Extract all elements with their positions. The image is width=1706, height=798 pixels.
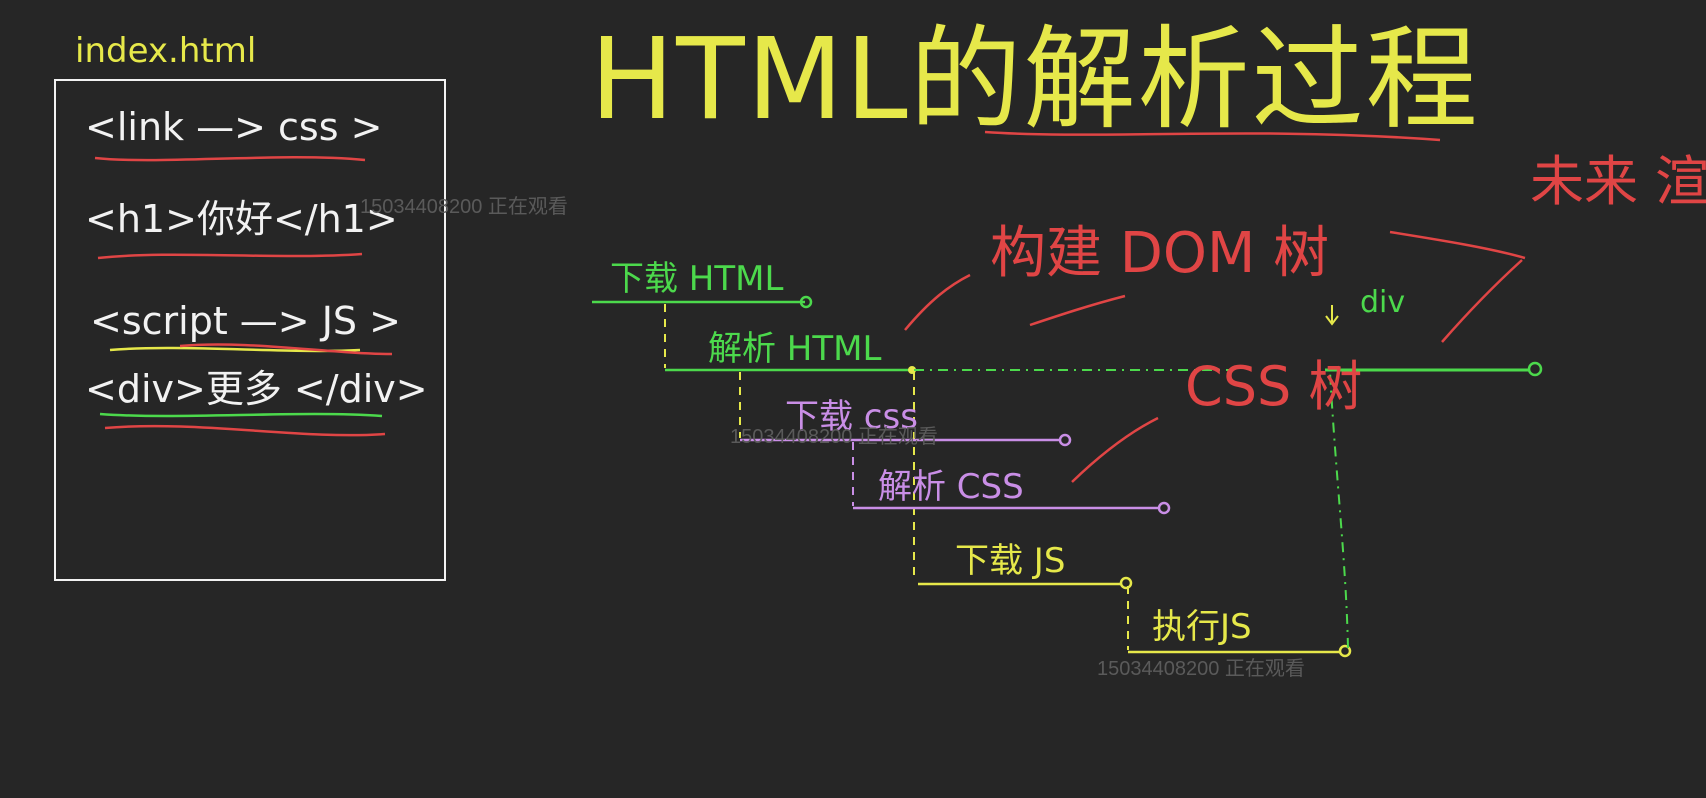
div-label: div	[1360, 285, 1405, 320]
watermark-2: 15034408200 正在观看	[730, 426, 938, 448]
dom-tree-underline	[1029, 294, 1126, 327]
dom-tree-label: 构建 DOM 树	[990, 221, 1329, 286]
step-parse-html-label: 解析 HTML	[708, 329, 881, 369]
step-download-js-label: 下载 JS	[955, 541, 1065, 581]
line-h1-underline	[97, 252, 363, 260]
merge-arrow-top	[1389, 230, 1526, 260]
file-line-h1: <h1>你好</h1>	[85, 197, 398, 241]
step-parse-css-label: 解析 CSS	[878, 467, 1024, 507]
dom-tree-pointer	[904, 273, 971, 331]
file-line-script: <script —> JS >	[90, 299, 401, 343]
parse-html-end	[1527, 361, 1543, 377]
line-div-underline-green	[99, 412, 383, 418]
watermark-1: 15034408200 正在观看	[360, 196, 568, 218]
step-execute-js-label: 执行JS	[1152, 607, 1252, 647]
file-line-link: <link —> css >	[85, 105, 382, 149]
render-label: 未来 渲染	[1530, 150, 1706, 213]
step-download-html-label: 下载 HTML	[610, 259, 783, 299]
whiteboard-canvas: HTML的解析过程 index.html <link —> css > <h1>…	[0, 0, 1706, 798]
css-tree-pointer	[1071, 416, 1159, 483]
watermark-3: 15034408200 正在观看	[1097, 658, 1305, 680]
page-title: HTML的解析过程	[590, 15, 1480, 145]
file-name: index.html	[75, 31, 256, 71]
file-line-div: <div>更多 </div>	[85, 367, 428, 411]
line-div-underline-red	[104, 424, 386, 437]
line-link-underline	[94, 156, 366, 162]
step-download-js-end	[1119, 576, 1133, 590]
div-arrow	[1325, 305, 1339, 326]
step-download-css-end	[1058, 433, 1072, 447]
step-parse-css-end	[1157, 501, 1171, 515]
merge-arrow-bottom	[1441, 259, 1523, 343]
css-tree-label: CSS 树	[1185, 355, 1362, 418]
whiteboard-drawing: HTML的解析过程 index.html <link —> css > <h1>…	[54, 15, 1706, 658]
